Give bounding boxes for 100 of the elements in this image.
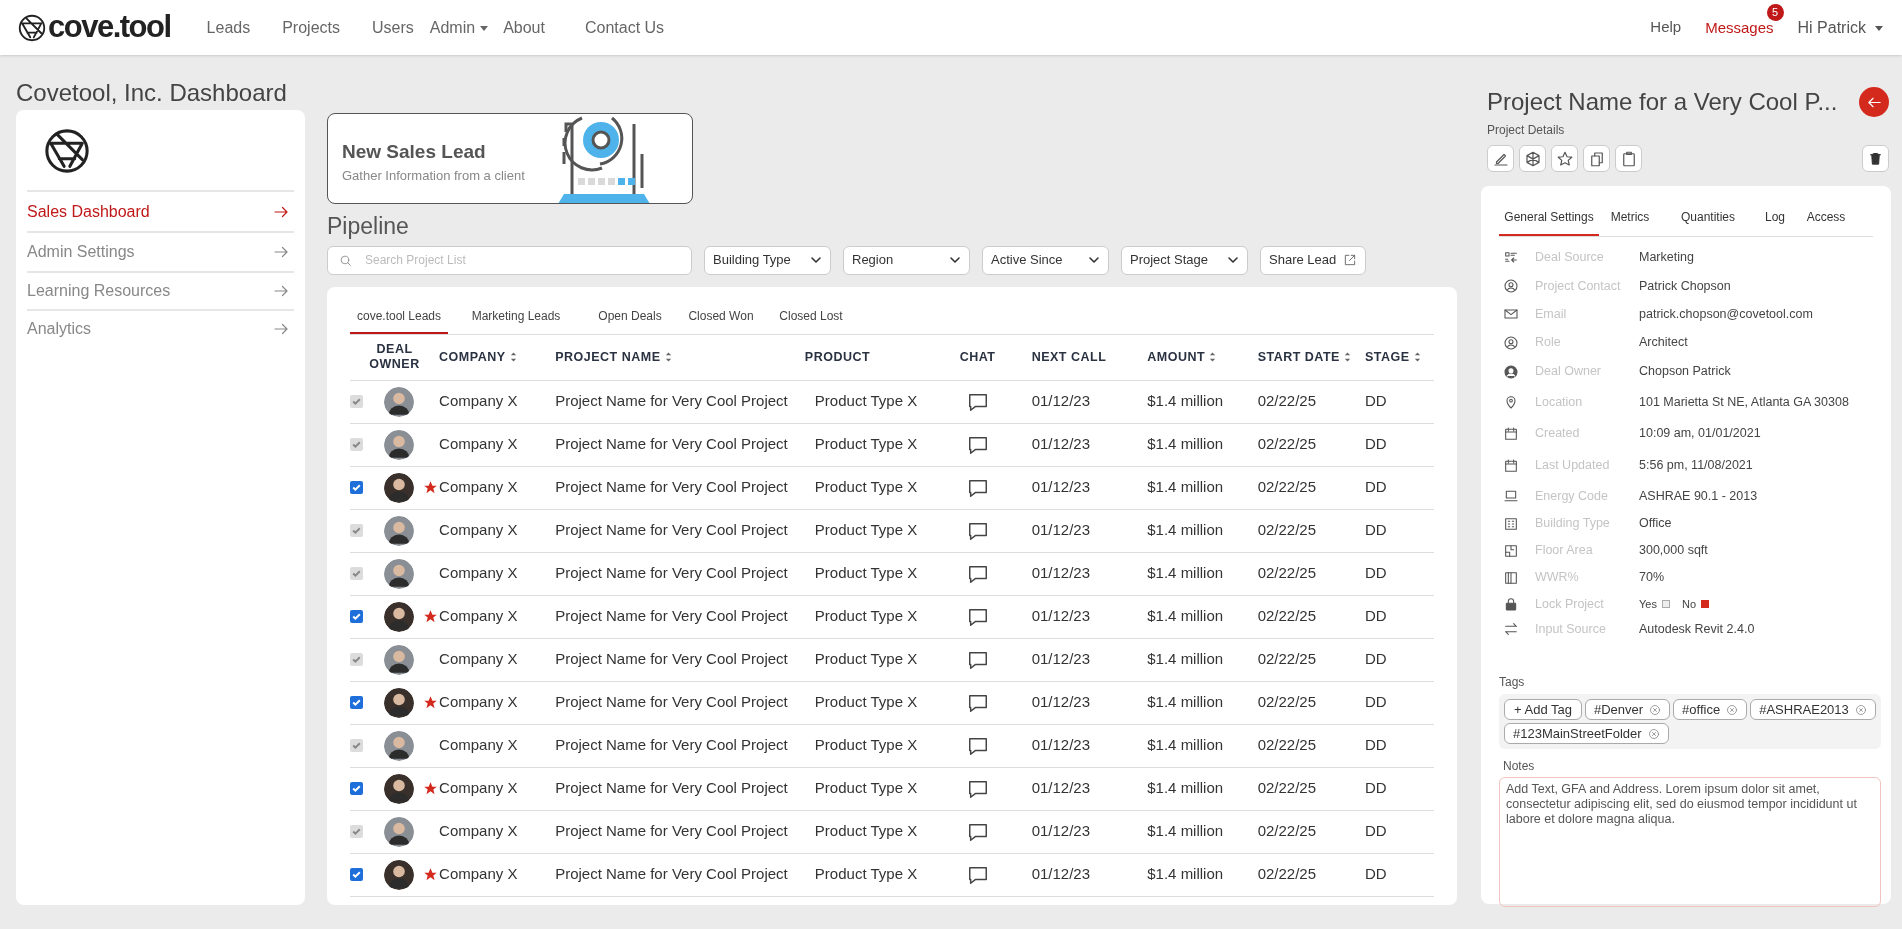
details-tab[interactable]: Metrics [1599, 208, 1661, 236]
field-value: 300,000 sqft [1639, 542, 1708, 560]
pipeline-tab[interactable]: Marketing Leads [448, 307, 584, 334]
field-label: WWR% [1535, 569, 1580, 587]
row-checkbox[interactable] [350, 782, 363, 795]
list-icon [1503, 249, 1519, 266]
share-icon [1343, 253, 1357, 267]
option-checkbox[interactable] [1661, 600, 1670, 608]
star-icon[interactable] [423, 867, 439, 882]
pipeline-tab[interactable]: Closed Lost [766, 307, 856, 334]
model-button[interactable] [1519, 145, 1546, 172]
sidebar-item[interactable]: Sales Dashboard [27, 190, 294, 231]
product-cell-text: Product Type X [813, 822, 918, 840]
column-header[interactable]: STAGE [1364, 347, 1422, 367]
row-checkbox[interactable] [350, 868, 363, 881]
column-header: PRODUCT [804, 348, 871, 366]
company-cell: Company X [439, 521, 518, 539]
message-count-badge: 5 [1766, 3, 1784, 21]
row-checkbox[interactable] [350, 610, 363, 623]
logo-icon [44, 128, 90, 174]
product-cell-text: Product Type X [813, 392, 918, 410]
nav-link[interactable]: Leads [206, 15, 251, 40]
help-link[interactable]: Help [1650, 16, 1682, 39]
next-call-cell: 01/12/23 [1031, 521, 1091, 539]
pipeline-tab[interactable]: Open Deals [584, 307, 676, 334]
sidebar-item[interactable]: Analytics [27, 309, 294, 347]
stage-cell: DD [1364, 564, 1387, 582]
pipeline-tab[interactable]: cove.tool Leads [350, 307, 448, 334]
page-title: Covetool, Inc. Dashboard [16, 78, 288, 108]
notes-field[interactable]: Add Text, GFA and Address. Lorem ipsum dolor sit amet, consectetur adipiscing elit, sed do eiusmod tempor incididunt ut labore et dolore magna aliqua. [1499, 777, 1881, 907]
chat-icon [966, 434, 989, 456]
option-checkbox[interactable] [1701, 600, 1709, 608]
edit-button[interactable] [1487, 145, 1514, 172]
avatar [384, 515, 415, 546]
search-field[interactable]: Search Project List [327, 245, 692, 275]
column-header[interactable]: PROJECT NAME [555, 347, 673, 367]
start-date-cell: 02/22/25 [1257, 693, 1316, 711]
project-name-cell: Project Name for Very Cool Project [555, 392, 788, 410]
filter-dropdown[interactable]: Active Since [982, 245, 1109, 275]
nav-link[interactable]: Admin [429, 15, 490, 40]
share-lead-button[interactable]: Share Lead [1260, 245, 1366, 275]
user-menu[interactable]: Hi Patrick [1797, 15, 1884, 40]
details-tab[interactable]: Access [1795, 208, 1857, 236]
field-value: ASHRAE 90.1 - 2013 [1639, 487, 1758, 505]
field-label: Email [1535, 305, 1568, 323]
back-button[interactable] [1859, 87, 1889, 117]
details-tab[interactable]: General Settings [1499, 208, 1599, 236]
star-icon[interactable] [423, 695, 439, 710]
favorite-button[interactable] [1551, 145, 1578, 172]
column-header[interactable]: AMOUNT [1147, 347, 1218, 367]
tag-label: #Denver [1593, 700, 1644, 719]
user-circle-icon [1503, 334, 1519, 351]
pipeline-tab[interactable]: Closed Won [676, 307, 766, 334]
details-tab[interactable]: Quantities [1661, 208, 1755, 236]
avatar [384, 730, 415, 761]
trash-icon [1868, 151, 1883, 166]
column-header[interactable]: COMPANY [439, 347, 518, 367]
column-header: DEAL OWNER [368, 342, 421, 373]
star-icon[interactable] [423, 781, 439, 796]
nav-link[interactable]: About [503, 15, 545, 40]
field-value: Autodesk Revit 2.4.0 [1639, 620, 1755, 638]
details-tab[interactable]: Log [1755, 208, 1795, 236]
star-icon[interactable] [423, 609, 439, 624]
copy-button[interactable] [1583, 145, 1610, 172]
next-call-cell: 01/12/23 [1031, 650, 1091, 668]
filter-dropdown[interactable]: Region [843, 245, 970, 275]
column-header: CHAT [959, 348, 996, 366]
stage-cell: DD [1364, 478, 1387, 496]
avatar [384, 558, 415, 589]
new-lead-card[interactable]: New Sales Lead Gather Information from a client [327, 113, 693, 204]
amount-cell: $1.4 million [1147, 779, 1224, 797]
row-checkbox[interactable] [350, 696, 363, 709]
add-tag-button[interactable]: + Add Tag [1504, 699, 1582, 720]
nav-link[interactable]: Contact Us [584, 15, 665, 40]
clipboard-button[interactable] [1615, 145, 1642, 172]
sidebar-item[interactable]: Learning Resources [27, 271, 294, 309]
field-value: Office [1639, 515, 1672, 533]
star-icon[interactable] [423, 480, 439, 495]
logo-text[interactable]: cove.tool [48, 4, 171, 51]
lock-option[interactable]: No [1681, 595, 1709, 613]
company-cell: Company X [439, 736, 518, 754]
stage-cell: DD [1364, 865, 1387, 883]
column-header[interactable]: START DATE [1257, 347, 1352, 367]
field-value: Chopson Patrick [1639, 363, 1731, 381]
company-cell: Company X [439, 650, 518, 668]
row-checkbox[interactable] [350, 481, 363, 494]
lock-option[interactable]: Yes [1639, 595, 1670, 613]
filter-dropdown[interactable]: Building Type [704, 245, 831, 275]
amount-cell: $1.4 million [1147, 435, 1224, 453]
start-date-cell: 02/22/25 [1257, 435, 1316, 453]
filter-dropdown[interactable]: Project Stage [1121, 245, 1248, 275]
sidebar-item[interactable]: Admin Settings [27, 231, 294, 271]
amount-cell: $1.4 million [1147, 693, 1224, 711]
delete-button[interactable] [1862, 145, 1889, 172]
messages-link[interactable]: Messages [1705, 18, 1774, 36]
nav-link[interactable]: Users [372, 15, 414, 40]
next-call-cell: 01/12/23 [1031, 736, 1091, 754]
company-cell: Company X [439, 607, 518, 625]
amount-cell: $1.4 million [1147, 822, 1224, 840]
nav-link[interactable]: Projects [282, 15, 340, 40]
